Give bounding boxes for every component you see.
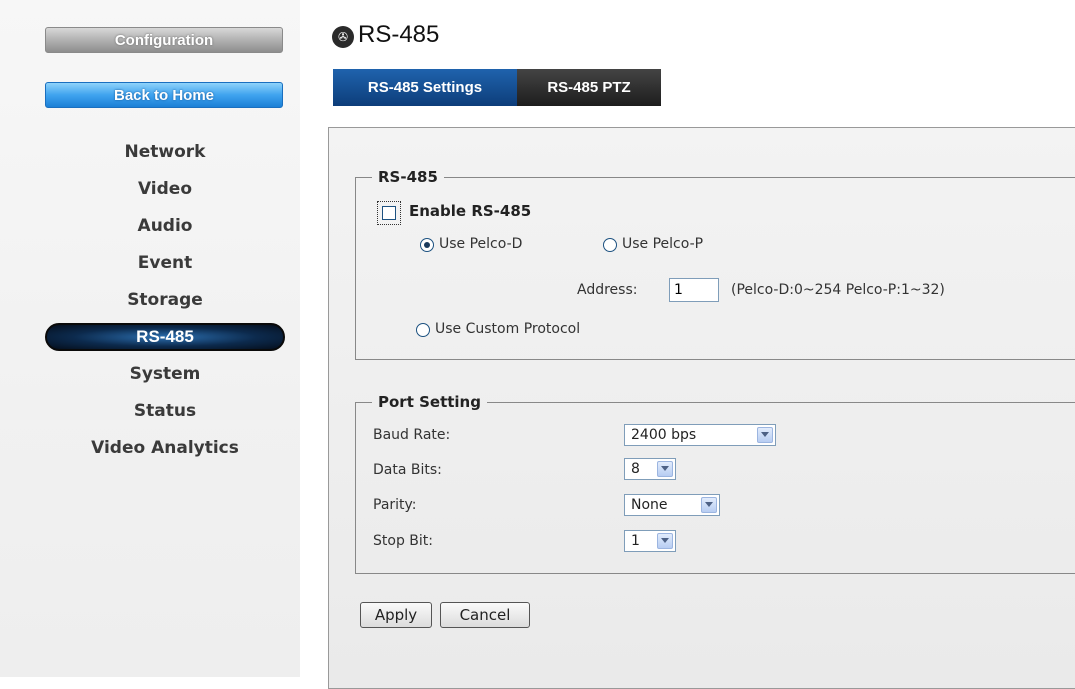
back-to-home-button[interactable]: Back to Home [45,82,283,108]
pelco-p-radio[interactable] [603,238,617,252]
chevron-down-icon [657,461,673,477]
configuration-button[interactable]: Configuration [45,27,283,53]
port-setting-group: Port Setting [355,393,1075,574]
chevron-down-icon [701,497,717,513]
data-bits-select[interactable]: 8 [624,458,676,480]
enable-rs485-checkbox[interactable] [382,206,396,220]
sidebar-item-status[interactable]: Status [45,401,285,421]
parity-select[interactable]: None [624,494,720,516]
chevron-down-icon [757,427,773,443]
sidebar: Configuration Back to Home Network Video… [0,0,300,677]
data-bits-value: 8 [631,461,640,477]
sidebar-item-storage[interactable]: Storage [45,290,285,310]
page-title: RS-485 [358,21,440,48]
baud-rate-label: Baud Rate: [373,427,451,443]
parity-label: Parity: [373,497,417,513]
port-setting-legend: Port Setting [378,393,481,411]
enable-rs485-focus-ring [377,201,401,225]
sidebar-item-network[interactable]: Network [45,142,285,162]
data-bits-label: Data Bits: [373,462,442,478]
baud-rate-select[interactable]: 2400 bps [624,424,776,446]
apply-button[interactable]: Apply [360,602,432,628]
address-label: Address: [577,282,638,298]
address-hint: (Pelco-D:0~254 Pelco-P:1~32) [731,282,945,298]
parity-value: None [631,497,668,513]
sidebar-item-rs485[interactable]: RS-485 [45,323,285,351]
baud-rate-value: 2400 bps [631,427,697,443]
sidebar-item-audio[interactable]: Audio [45,216,285,236]
pelco-p-label[interactable]: Use Pelco-P [622,236,703,252]
sidebar-item-system[interactable]: System [45,364,285,384]
custom-protocol-radio[interactable] [416,323,430,337]
sidebar-item-video-analytics[interactable]: Video Analytics [45,438,285,458]
camera-badge-icon: ✇ [332,26,354,48]
tab-rs485-ptz[interactable]: RS-485 PTZ [517,69,661,106]
custom-protocol-label[interactable]: Use Custom Protocol [435,321,580,337]
tab-rs485-settings[interactable]: RS-485 Settings [333,69,517,106]
chevron-down-icon [657,533,673,549]
pelco-d-radio[interactable] [420,238,434,252]
enable-rs485-label[interactable]: Enable RS-485 [409,202,531,220]
address-input[interactable] [669,278,719,302]
sidebar-item-video[interactable]: Video [45,179,285,199]
cancel-button[interactable]: Cancel [440,602,530,628]
sidebar-item-event[interactable]: Event [45,253,285,273]
stop-bit-label: Stop Bit: [373,533,433,549]
pelco-d-label[interactable]: Use Pelco-D [439,236,522,252]
stop-bit-value: 1 [631,533,640,549]
stop-bit-select[interactable]: 1 [624,530,676,552]
rs485-legend: RS-485 [378,168,438,186]
